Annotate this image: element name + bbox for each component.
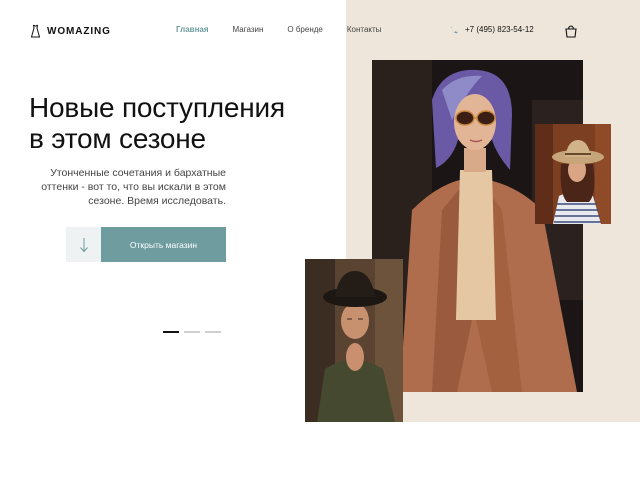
dress-icon (30, 24, 41, 38)
open-shop-button[interactable]: Открыть магазин (101, 227, 226, 262)
hero-photo-hat (535, 124, 611, 224)
main-nav: Главная Магазин О бренде Контакты (176, 25, 381, 34)
nav-item-contacts[interactable]: Контакты (347, 25, 382, 34)
brand-logo[interactable]: WOMAZING (30, 24, 111, 38)
slider-pagination (163, 331, 221, 333)
shopping-bag-icon[interactable] (564, 24, 578, 38)
phone-number: +7 (495) 823-54-12 (465, 25, 534, 34)
hero-title: Новые поступления в этом сезоне (29, 92, 339, 154)
hero-subtitle: Утонченные сочетания и бархатные оттенки… (41, 167, 226, 207)
nav-item-home[interactable]: Главная (176, 25, 209, 34)
nav-item-shop[interactable]: Магазин (233, 25, 264, 34)
slider-dot-1[interactable] (163, 331, 179, 333)
hero-title-line1: Новые поступления (29, 92, 285, 123)
hero-photo-main (372, 60, 583, 392)
brand-name: WOMAZING (47, 25, 111, 37)
phone-icon (450, 26, 458, 34)
woman-in-hat-image (535, 124, 611, 224)
scroll-down-button[interactable] (66, 227, 101, 262)
arrow-down-icon (79, 237, 88, 252)
hero-title-line2: в этом сезоне (29, 123, 206, 154)
slider-dot-2[interactable] (184, 331, 200, 333)
phone-contact[interactable]: +7 (495) 823-54-12 (450, 25, 534, 34)
woman-in-coat-image (372, 60, 583, 392)
slider-dot-3[interactable] (205, 331, 221, 333)
woman-praying-image (305, 259, 403, 422)
hero-photo-bottom (305, 259, 403, 422)
nav-item-about[interactable]: О бренде (287, 25, 322, 34)
